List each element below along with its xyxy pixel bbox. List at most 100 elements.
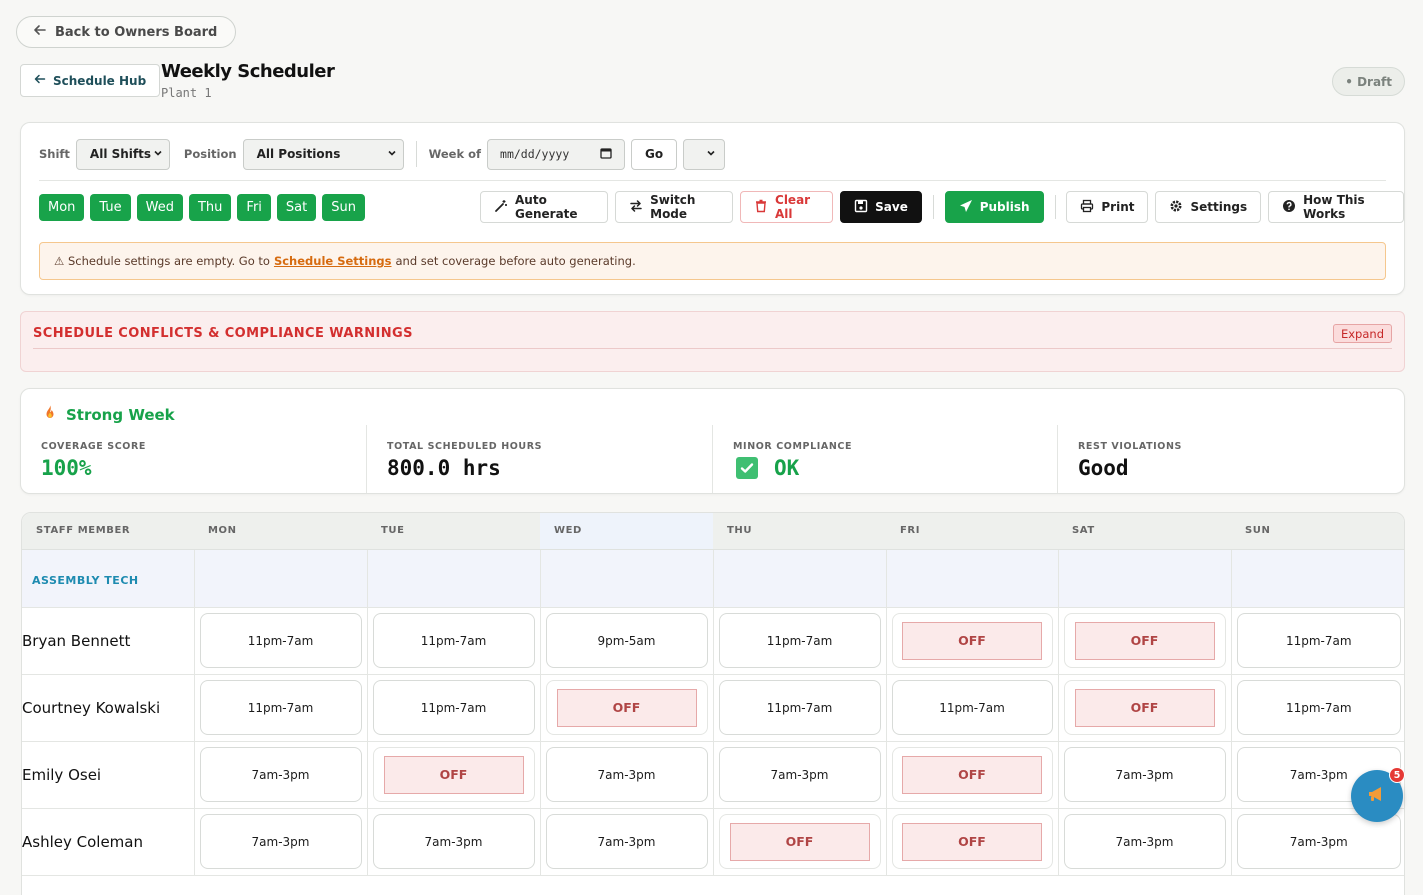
off-shift-cell[interactable]: OFF — [545, 680, 708, 735]
rest-violations-label: REST VIOLATIONS — [1078, 441, 1182, 452]
off-shift-cell[interactable]: OFF — [372, 747, 535, 802]
shift-chip[interactable]: 7am-3pm — [199, 747, 362, 802]
group-cell — [713, 549, 887, 608]
auto-generate-label: Auto Generate — [515, 193, 578, 221]
shift-select[interactable]: All Shifts — [75, 138, 170, 170]
divider — [712, 425, 713, 493]
divider — [366, 425, 367, 493]
shift-cell: 7am-3pm — [194, 808, 368, 876]
page-title: Weekly Scheduler — [161, 61, 335, 82]
shift-chip[interactable]: 7am-3pm — [1236, 814, 1401, 869]
divider — [932, 195, 934, 219]
week-date-input[interactable]: mm/dd/yyyy — [487, 138, 626, 170]
arrow-left-icon — [33, 23, 47, 41]
off-label: OFF — [1074, 621, 1215, 660]
staff-name: Emily Osei — [22, 766, 102, 784]
shift-chip[interactable]: 7am-3pm — [545, 814, 708, 869]
column-header-staff: STAFF MEMBER — [22, 513, 194, 550]
shift-chip[interactable]: 7am-3pm — [372, 814, 535, 869]
page-subtitle: Plant 1 — [161, 86, 212, 100]
extra-select[interactable] — [683, 138, 726, 170]
group-cell — [194, 549, 368, 608]
schedule-hub-label: Schedule Hub — [53, 73, 147, 88]
day-toggle-mon[interactable]: Mon — [39, 194, 85, 221]
coverage-score-value: 100% — [41, 456, 92, 480]
group-cell — [1058, 549, 1232, 608]
off-shift-cell[interactable]: OFF — [891, 613, 1053, 668]
minor-compliance-value: OK — [774, 456, 800, 480]
clear-all-button[interactable]: Clear All — [740, 191, 834, 223]
shift-cell: OFF — [540, 674, 714, 742]
staff-cell: Ashley Coleman — [22, 808, 195, 876]
day-toggle-sun[interactable]: Sun — [322, 194, 365, 221]
shift-chip[interactable]: 11pm-7am — [1236, 680, 1401, 735]
shift-chip[interactable]: 7am-3pm — [545, 747, 708, 802]
shift-chip[interactable]: 7am-3pm — [199, 814, 362, 869]
divider — [415, 141, 417, 167]
shift-chip[interactable]: 11pm-7am — [199, 613, 362, 668]
column-header-mon: MON — [194, 513, 367, 550]
position-select-value: All Positions — [256, 147, 341, 161]
column-header-wed: WED — [540, 513, 713, 550]
day-toggle-sat[interactable]: Sat — [276, 194, 317, 221]
shift-cell: 7am-3pm — [540, 741, 714, 809]
printer-icon — [1080, 199, 1094, 216]
day-toggle-fri[interactable]: Fri — [237, 194, 271, 221]
column-header-thu: THU — [713, 513, 886, 550]
shift-cell: 7am-3pm — [1058, 808, 1232, 876]
column-header-fri: FRI — [886, 513, 1058, 550]
settings-label: Settings — [1190, 200, 1248, 214]
shift-chip[interactable]: 11pm-7am — [891, 680, 1053, 735]
schedule-hub-button[interactable]: Schedule Hub — [20, 64, 161, 97]
print-button[interactable]: Print — [1066, 191, 1149, 223]
go-button[interactable]: Go — [631, 138, 678, 170]
auto-generate-button[interactable]: Auto Generate — [480, 191, 609, 223]
column-header-sun: SUN — [1231, 513, 1404, 550]
position-group-label: ASSEMBLY TECH — [32, 573, 139, 587]
shift-chip[interactable]: 7am-3pm — [718, 747, 881, 802]
week-rating: Strong Week — [41, 404, 175, 426]
chevron-down-icon — [706, 147, 716, 161]
shift-cell: 7am-3pm — [1058, 741, 1232, 809]
expand-conflicts-button[interactable]: Expand — [1332, 324, 1392, 343]
shift-chip[interactable]: 11pm-7am — [199, 680, 362, 735]
position-select[interactable]: All Positions — [242, 138, 404, 170]
how-this-works-button[interactable]: How This Works — [1268, 191, 1405, 223]
day-toggle-thu[interactable]: Thu — [188, 194, 232, 221]
day-toggle-tue[interactable]: Tue — [90, 194, 131, 221]
shift-chip[interactable]: 11pm-7am — [372, 680, 535, 735]
off-label: OFF — [556, 688, 697, 727]
shift-chip[interactable]: 7am-3pm — [1063, 747, 1226, 802]
save-button[interactable]: Save — [840, 191, 922, 223]
shift-chip[interactable]: 11pm-7am — [1236, 613, 1401, 668]
off-shift-cell[interactable]: OFF — [891, 814, 1053, 869]
shift-chip[interactable]: 11pm-7am — [372, 613, 535, 668]
off-label: OFF — [1074, 688, 1215, 727]
shift-chip[interactable]: 9pm-5am — [545, 613, 708, 668]
staff-cell: Emily Osei — [22, 741, 195, 809]
minor-compliance-value-row: OK — [736, 456, 799, 480]
switch-mode-button[interactable]: Switch Mode — [615, 191, 734, 223]
shift-cell: 11pm-7am — [713, 607, 887, 675]
off-shift-cell[interactable]: OFF — [1063, 680, 1226, 735]
off-shift-cell[interactable]: OFF — [891, 747, 1053, 802]
off-shift-cell[interactable]: OFF — [1063, 613, 1226, 668]
notification-count-badge: 5 — [1389, 767, 1405, 783]
shift-chip[interactable]: 11pm-7am — [718, 613, 881, 668]
settings-button[interactable]: Settings — [1155, 191, 1262, 223]
weekly-scheduler-page: Back to Owners Board Schedule Hub Weekly… — [0, 0, 1423, 895]
total-hours-label: TOTAL SCHEDULED HOURS — [387, 441, 543, 452]
week-date-placeholder: mm/dd/yyyy — [500, 147, 570, 161]
divider — [1057, 425, 1058, 493]
off-shift-cell[interactable]: OFF — [718, 814, 881, 869]
shift-chip[interactable]: 7am-3pm — [1063, 814, 1226, 869]
calendar-icon[interactable] — [600, 147, 612, 162]
shift-chip[interactable]: 11pm-7am — [718, 680, 881, 735]
publish-button[interactable]: Publish — [944, 191, 1044, 223]
schedule-settings-link[interactable]: Schedule Settings — [274, 254, 392, 268]
day-toggle-wed[interactable]: Wed — [136, 194, 183, 221]
how-this-works-label: How This Works — [1303, 193, 1365, 221]
back-to-owners-board-button[interactable]: Back to Owners Board — [16, 16, 237, 48]
chevron-down-icon — [387, 147, 397, 161]
off-label: OFF — [902, 822, 1042, 861]
